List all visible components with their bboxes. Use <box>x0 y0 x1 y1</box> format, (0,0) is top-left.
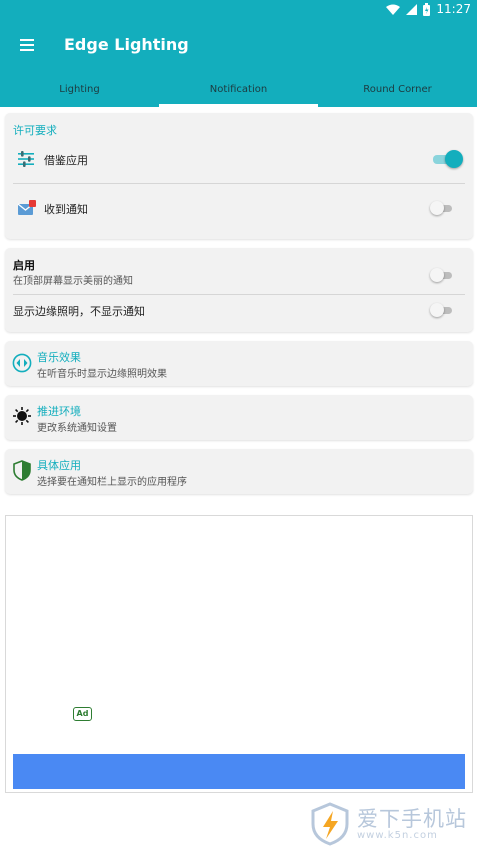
wifi-icon <box>386 4 401 15</box>
app-bar: Edge Lighting Lighting Notification Roun… <box>0 19 477 107</box>
permissions-card: 许可要求 借鉴应用 收到通知 <box>5 113 473 239</box>
ad-banner[interactable]: Ad <box>5 515 473 793</box>
tab-bar: Lighting Notification Round Corner <box>0 77 477 107</box>
enable-title: 启用 <box>13 259 35 272</box>
edge-only-toggle[interactable] <box>430 303 454 317</box>
permission-label-notification: 收到通知 <box>44 203 88 216</box>
nav-subtitle: 选择要在通知栏上显示的应用程序 <box>37 477 187 488</box>
nav-title: 具体应用 <box>37 459 81 472</box>
tab-round-corner[interactable]: Round Corner <box>318 77 477 107</box>
status-time: 11:27 <box>436 2 471 16</box>
edge-only-label: 显示边缘照明，不显示通知 <box>13 305 145 318</box>
nav-item-music-effect[interactable]: 音乐效果 在听音乐时显示边缘照明效果 <box>5 341 473 386</box>
enable-toggle[interactable] <box>430 268 454 282</box>
shield-icon <box>13 460 31 481</box>
app-title: Edge Lighting <box>64 35 189 54</box>
music-effect-icon <box>12 353 32 373</box>
sliders-icon <box>18 151 34 167</box>
nav-title: 音乐效果 <box>37 351 81 364</box>
watermark-logo: 爱下手机站 www.k5n.com <box>310 800 477 849</box>
permissions-header: 许可要求 <box>13 124 57 137</box>
battery-icon <box>423 3 431 16</box>
watermark-text: 爱下手机站 <box>357 807 467 831</box>
divider <box>13 294 465 295</box>
menu-button[interactable] <box>18 35 40 55</box>
signal-icon <box>406 4 418 15</box>
permission-notification-toggle[interactable] <box>430 201 454 215</box>
brightness-icon <box>13 407 31 425</box>
tab-lighting[interactable]: Lighting <box>0 77 159 107</box>
ad-action-button[interactable] <box>13 754 465 789</box>
mail-notification-icon <box>17 200 36 215</box>
watermark-subtext: www.k5n.com <box>357 830 438 841</box>
ad-badge: Ad <box>73 707 92 721</box>
lightning-shield-icon <box>311 802 349 846</box>
nav-title: 推进环境 <box>37 405 81 418</box>
tab-notification[interactable]: Notification <box>159 77 318 107</box>
divider <box>13 183 465 184</box>
permission-label-app: 借鉴应用 <box>44 154 88 167</box>
display-options-card: 启用 在顶部屏幕显示美丽的通知 显示边缘照明，不显示通知 <box>5 248 473 332</box>
status-icons: 11:27 <box>386 2 471 17</box>
nav-item-specific-apps[interactable]: 具体应用 选择要在通知栏上显示的应用程序 <box>5 449 473 494</box>
enable-subtitle: 在顶部屏幕显示美丽的通知 <box>13 276 133 287</box>
nav-item-environment[interactable]: 推进环境 更改系统通知设置 <box>5 395 473 440</box>
nav-subtitle: 更改系统通知设置 <box>37 423 117 434</box>
permission-app-toggle[interactable] <box>433 150 463 168</box>
nav-subtitle: 在听音乐时显示边缘照明效果 <box>37 369 167 380</box>
status-bar: 11:27 <box>0 0 477 19</box>
